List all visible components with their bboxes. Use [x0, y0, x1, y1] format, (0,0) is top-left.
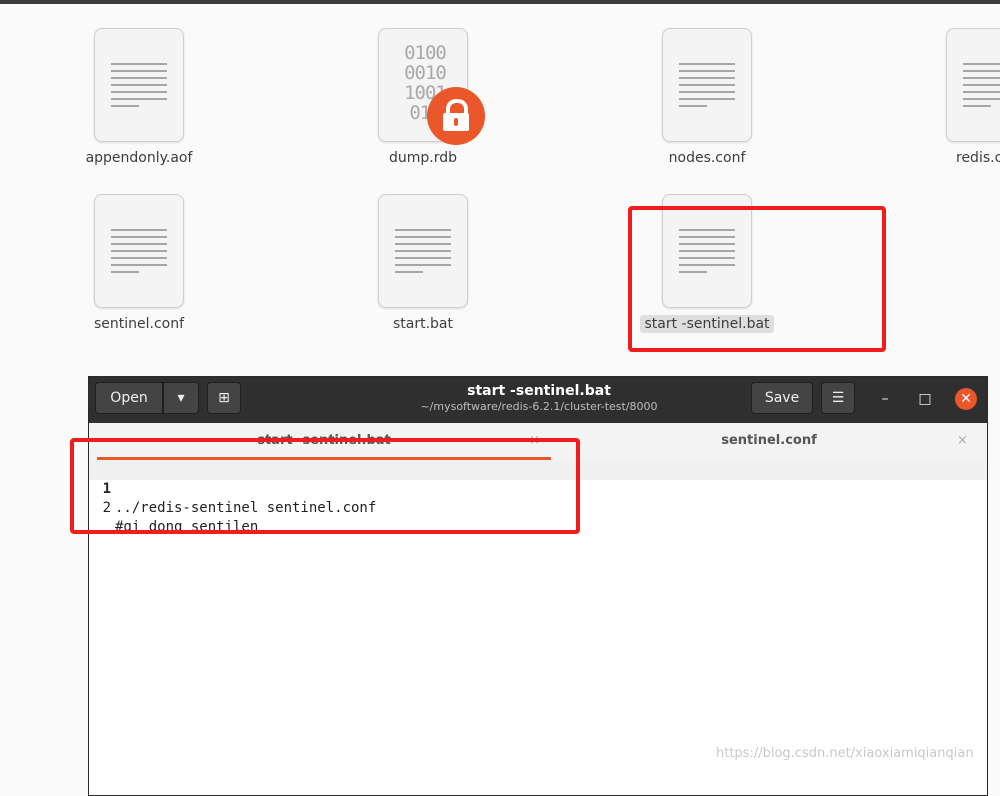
- header-bar: Open ▾ ⊞ start -sentinel.bat ~/mysoftwar…: [89, 377, 987, 423]
- file-name: nodes.conf: [668, 150, 746, 166]
- text-file-icon: [94, 28, 184, 142]
- file-redis-conf[interactable]: redis.c: [906, 28, 1000, 166]
- watermark: https://blog.csdn.net/xiaoxiamiqianqian: [716, 746, 974, 761]
- close-icon: ✕: [960, 391, 972, 407]
- highlight-box-file: [628, 206, 886, 352]
- text-file-icon: [94, 194, 184, 308]
- maximize-icon[interactable]: □: [915, 389, 935, 409]
- file-appendonly-aof[interactable]: appendonly.aof: [54, 28, 224, 166]
- file-name: redis.c: [956, 150, 1000, 166]
- text-file-icon: [662, 28, 752, 142]
- save-button[interactable]: Save: [751, 382, 813, 414]
- file-sentinel-conf[interactable]: sentinel.conf: [54, 194, 224, 332]
- lock-icon: [427, 87, 485, 145]
- file-name: appendonly.aof: [85, 150, 193, 166]
- hamburger-menu-icon[interactable]: ☰: [821, 382, 855, 414]
- file-start-bat[interactable]: start.bat: [338, 194, 508, 332]
- window-subtitle: ~/mysoftware/redis-6.2.1/cluster-test/80…: [420, 400, 658, 413]
- close-window-button[interactable]: ✕: [955, 388, 977, 410]
- minimize-icon[interactable]: –: [875, 389, 895, 409]
- binary-file-icon: 0100 0010 1001 011: [378, 28, 485, 145]
- file-name: sentinel.conf: [93, 316, 185, 332]
- file-nodes-conf[interactable]: nodes.conf: [622, 28, 792, 166]
- new-document-icon[interactable]: ⊞: [207, 382, 241, 414]
- highlight-box-code: [70, 438, 580, 534]
- window-title: start -sentinel.bat: [467, 383, 611, 399]
- open-menu-chevron-down-icon[interactable]: ▾: [163, 382, 199, 414]
- tab-close-icon[interactable]: ×: [957, 423, 968, 459]
- file-dump-rdb[interactable]: 0100 0010 1001 011 dump.rdb: [338, 28, 508, 166]
- top-panel-bar: [0, 0, 1000, 4]
- tab-sentinel-conf[interactable]: sentinel.conf ×: [559, 423, 979, 461]
- text-file-icon: [946, 28, 1000, 142]
- text-file-icon: [378, 194, 468, 308]
- open-button[interactable]: Open: [95, 382, 163, 414]
- file-name: dump.rdb: [388, 150, 458, 166]
- file-name: start.bat: [392, 316, 453, 332]
